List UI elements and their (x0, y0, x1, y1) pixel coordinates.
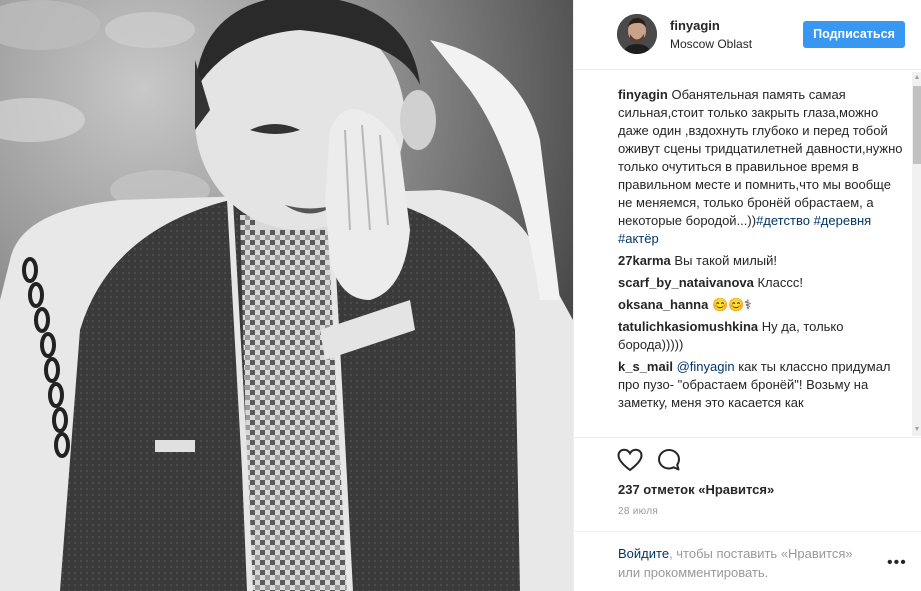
comment-username[interactable]: 27karma (618, 253, 671, 268)
more-options-icon[interactable]: ••• (887, 555, 907, 571)
comment-item: k_s_mail @finyagin как ты классно придум… (618, 358, 904, 412)
login-text: Войдите, чтобы поставить «Нравится» или … (618, 544, 878, 582)
instagram-post: finyagin Moscow Oblast Подписаться finya… (0, 0, 921, 591)
comment-username[interactable]: tatulichkasiomushkina (618, 319, 758, 334)
scroll-up-arrow-icon[interactable]: ▲ (912, 72, 921, 84)
comment-item: tatulichkasiomushkina Ну да, только боро… (618, 318, 904, 354)
comments-scrollbar[interactable]: ▲ ▼ (912, 72, 921, 436)
header-location[interactable]: Moscow Oblast (670, 37, 752, 51)
post-actions: 237 отметок «Нравится» 28 июля (574, 437, 921, 537)
comment-item: oksana_hanna 😊😊⚕ (618, 296, 904, 314)
follow-button[interactable]: Подписаться (803, 21, 905, 48)
comment-username[interactable]: k_s_mail (618, 359, 673, 374)
post-date[interactable]: 28 июля (618, 506, 658, 517)
post-photo[interactable] (0, 0, 573, 591)
avatar-image (617, 14, 657, 54)
user-mention[interactable]: @finyagin (677, 359, 735, 374)
post-header: finyagin Moscow Oblast Подписаться (574, 0, 921, 70)
photo-illustration (0, 0, 573, 591)
scroll-thumb[interactable] (913, 86, 921, 164)
hashtag[interactable]: #актёр (618, 231, 659, 246)
comment-username[interactable]: oksana_hanna (618, 297, 708, 312)
comment-text: Вы такой милый! (674, 253, 778, 268)
post-sidebar: finyagin Moscow Oblast Подписаться finya… (573, 0, 921, 591)
caption-text: Обанятельная память самая сильная,стоит … (618, 87, 903, 228)
comment-item: scarf_by_nataivanova Классс! (618, 274, 904, 292)
header-username[interactable]: finyagin (670, 18, 720, 33)
login-prompt: Войдите, чтобы поставить «Нравится» или … (574, 531, 921, 591)
hashtag[interactable]: #детство (756, 213, 810, 228)
comment-text: Классс! (757, 275, 803, 290)
avatar[interactable] (617, 14, 657, 54)
comment-username[interactable]: scarf_by_nataivanova (618, 275, 754, 290)
comment-item: 27karma Вы такой милый! (618, 252, 904, 270)
comments-list: finyagin Обанятельная память самая сильн… (618, 86, 904, 436)
scroll-down-arrow-icon[interactable]: ▼ (912, 424, 921, 436)
login-link[interactable]: Войдите (618, 546, 669, 561)
caption: finyagin Обанятельная память самая сильн… (618, 86, 904, 248)
comment-icon[interactable] (657, 448, 681, 472)
comment-username[interactable]: finyagin (618, 87, 668, 102)
heart-icon[interactable] (617, 448, 643, 472)
likes-count[interactable]: 237 отметок «Нравится» (618, 482, 774, 497)
hashtag[interactable]: #деревня (814, 213, 872, 228)
comment-text: 😊😊⚕ (711, 297, 752, 312)
